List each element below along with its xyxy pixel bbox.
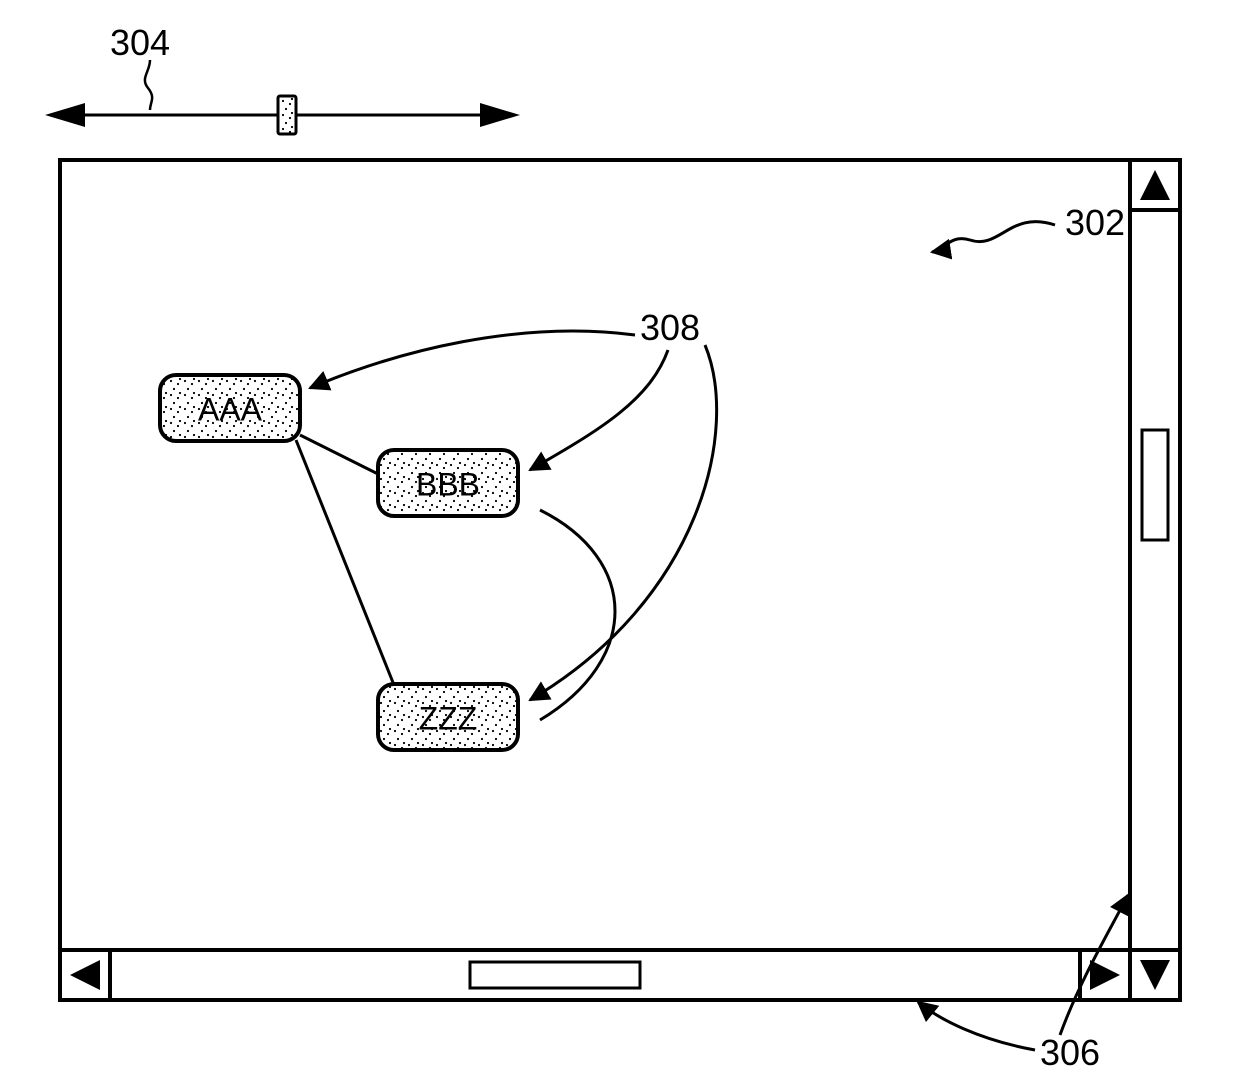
ref-label-308: 308 xyxy=(640,307,700,348)
scroll-down-button[interactable] xyxy=(1130,950,1180,1000)
vertical-scrollbar[interactable] xyxy=(1130,160,1180,1000)
zoom-slider[interactable] xyxy=(45,96,520,134)
node-bbb[interactable]: BBB xyxy=(378,450,518,516)
ref-label-304: 304 xyxy=(110,22,170,63)
zoom-slider-thumb[interactable] xyxy=(278,96,296,134)
horizontal-scrollbar-thumb[interactable] xyxy=(470,962,640,988)
scroll-up-button[interactable] xyxy=(1130,160,1180,210)
slider-arrow-left-icon xyxy=(45,103,85,127)
node-bbb-label: BBB xyxy=(416,466,480,502)
vertical-scrollbar-thumb[interactable] xyxy=(1142,430,1168,540)
canvas-window: AAA BBB ZZZ xyxy=(60,160,1180,1000)
patent-figure: 304 xyxy=(0,0,1240,1087)
node-zzz[interactable]: ZZZ xyxy=(378,684,518,750)
node-aaa-label: AAA xyxy=(198,391,263,427)
node-zzz-label: ZZZ xyxy=(419,700,478,736)
scroll-left-button[interactable] xyxy=(60,950,110,1000)
ref-leader-304 xyxy=(145,60,152,110)
ref-label-302: 302 xyxy=(1065,202,1125,243)
slider-arrow-right-icon xyxy=(480,103,520,127)
horizontal-scrollbar[interactable] xyxy=(60,950,1130,1000)
ref-label-306: 306 xyxy=(1040,1032,1100,1073)
node-aaa[interactable]: AAA xyxy=(160,375,300,441)
